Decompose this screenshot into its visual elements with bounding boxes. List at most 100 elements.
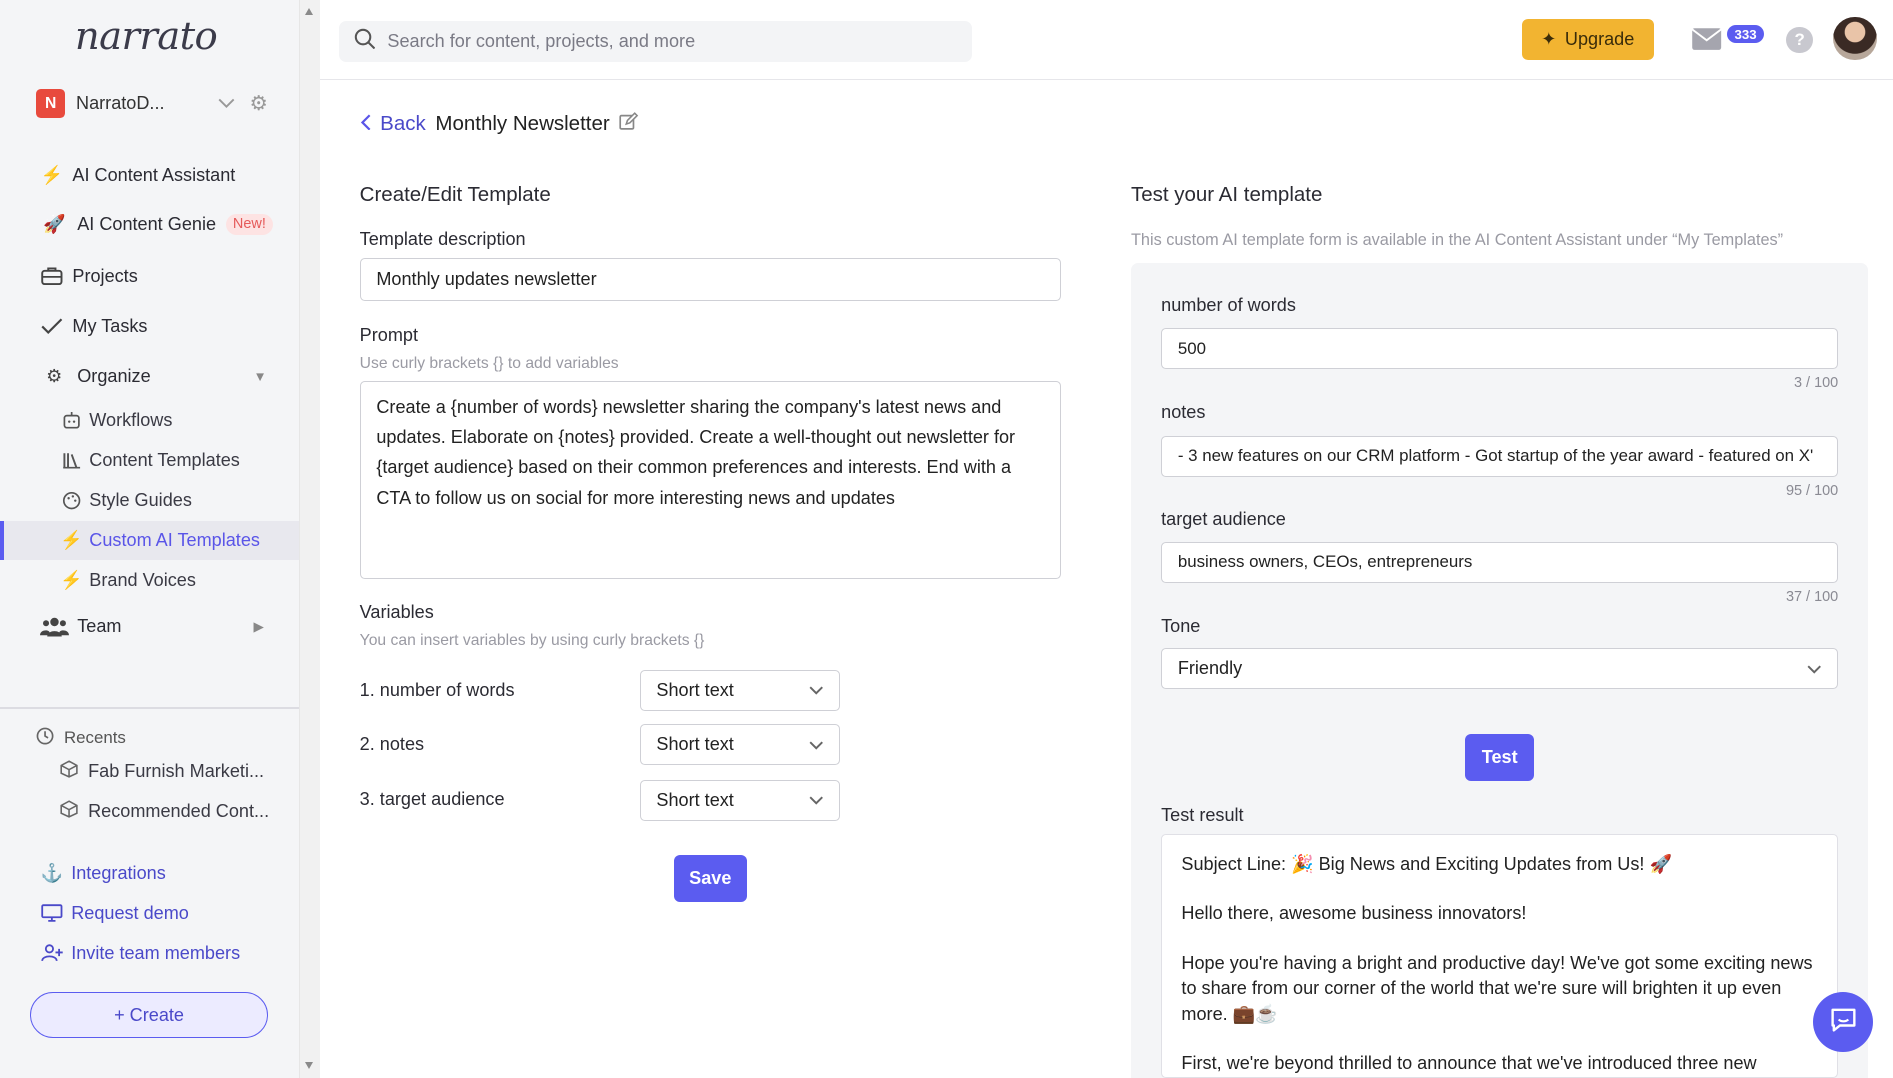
variable-name: 1. number of words [359,679,515,700]
prompt-label: Prompt [359,324,418,345]
bolt-icon: ⚡ [59,569,83,590]
invite-members-link[interactable]: Invite team members [40,943,240,964]
recent-item[interactable]: Recommended Cont... [60,800,269,823]
sidebar-item-my-tasks[interactable]: My Tasks [39,316,148,337]
invite-members-label: Invite team members [71,942,241,963]
mail-icon[interactable] [1691,27,1722,56]
test-button[interactable]: Test [1465,733,1535,781]
create-button[interactable]: + Create [30,992,268,1038]
add-user-icon [40,944,64,962]
prompt-hint: Use curly brackets {} to add variables [359,354,619,372]
target-audience-input[interactable]: business owners, CEOs, entrepreneurs [1161,541,1839,583]
result-paragraph: Hello there, awesome business innovators… [1181,903,1527,924]
sidebar-item-workflows[interactable]: Workflows [60,410,172,431]
chevron-down-icon [809,734,823,755]
request-demo-link[interactable]: Request demo [40,903,189,924]
sidebar-item-custom-ai-templates[interactable]: ⚡ Custom AI Templates [60,530,260,551]
prompt-textarea[interactable]: Create a {number of words} newsletter sh… [359,381,1061,580]
variable-type-select[interactable]: Short text [639,669,841,711]
sidebar-item-brand-voices[interactable]: ⚡ Brand Voices [60,570,196,591]
result-label: Test result [1161,805,1244,826]
char-counter: 95 / 100 [1785,482,1839,499]
sidebar-item-team[interactable]: Team [39,616,121,638]
check-icon [39,318,66,335]
workspace-switcher[interactable]: N NarratoD... ⚙ [36,89,268,119]
recent-item-label: Fab Furnish Marketi... [88,761,265,782]
gear-icon[interactable]: ⚙ [250,91,268,116]
recents-heading: Recents [36,727,126,750]
char-counter: 3 / 100 [1793,375,1839,392]
sidebar-item-organize[interactable]: ⚙ Organize [39,365,151,387]
topbar: ✦ Upgrade 333 ? [319,0,1893,80]
sidebar-item-label: AI Content Assistant [72,165,236,186]
chevron-down-icon[interactable] [218,94,235,114]
search-input[interactable] [387,30,943,52]
rocket-icon: 🚀 [43,213,66,234]
field-label: notes [1161,401,1206,422]
narrato-logo[interactable]: narrato [75,14,218,59]
sidebar-item-projects[interactable]: Projects [39,266,138,287]
tone-select[interactable]: Friendly [1161,648,1839,690]
save-button[interactable]: Save [673,854,748,902]
chat-icon [1829,1005,1858,1039]
new-badge: New! [225,213,274,235]
integrations-label: Integrations [71,863,166,883]
scroll-down-icon[interactable] [305,1062,314,1070]
robot-icon [60,412,82,429]
help-icon[interactable]: ? [1786,26,1813,54]
char-counter: 37 / 100 [1785,589,1839,606]
integrations-link[interactable]: ⚓ Integrations [40,863,166,884]
workspace-badge: N [36,89,66,119]
caret-right-icon[interactable]: ▶ [253,619,263,635]
tester-subtitle: This custom AI template form is availabl… [1130,230,1784,249]
sidebar-item-ai-content-genie[interactable]: 🚀 AI Content Genie New! [39,214,274,235]
cube-icon [60,760,79,783]
test-result-output[interactable]: Subject Line: 🎉 Big News and Exciting Up… [1161,834,1839,1078]
variable-type-select[interactable]: Short text [639,724,841,766]
caret-down-icon[interactable]: ▼ [253,369,266,384]
description-input[interactable]: Monthly updates newsletter [359,258,1061,301]
editor-heading: Create/Edit Template [359,183,551,207]
sidebar-item-label: Organize [77,365,151,386]
upgrade-button[interactable]: ✦ Upgrade [1522,19,1654,61]
edit-icon[interactable] [619,112,639,136]
workspace-name: NarratoD... [76,93,165,114]
field-label: number of words [1161,294,1296,315]
sidebar-item-label: AI Content Genie [77,213,217,234]
sidebar-content: narrato N NarratoD... ⚙ ⚡ AI Content Ass… [0,0,300,1078]
request-demo-label: Request demo [71,902,189,923]
search-icon [354,28,376,55]
recent-item[interactable]: Fab Furnish Marketi... [60,760,264,783]
recent-item-label: Recommended Cont... [88,801,270,822]
sparkle-icon: ✦ [1541,29,1557,50]
sidebar-item-style-guides[interactable]: Style Guides [60,490,192,511]
notes-input[interactable]: - 3 new features on our CRM platform - G… [1161,435,1839,477]
chevron-down-icon [809,680,823,701]
sidebar-item-label: Workflows [89,410,173,431]
tone-label: Tone [1161,615,1201,636]
books-icon [60,452,82,469]
sidebar-item-label: Style Guides [89,490,192,511]
description-label: Template description [359,229,526,250]
sidebar: narrato N NarratoD... ⚙ ⚡ AI Content Ass… [0,0,320,1078]
field-label: target audience [1161,509,1286,530]
page-title: Monthly Newsletter [435,112,610,136]
sidebar-item-label: My Tasks [72,316,148,337]
sidebar-item-content-templates[interactable]: Content Templates [60,450,240,471]
sidebar-item-label: Brand Voices [89,569,196,590]
variable-type-select[interactable]: Short text [639,779,841,821]
search-bar[interactable] [339,20,972,62]
sidebar-item-ai-content-assistant[interactable]: ⚡ AI Content Assistant [39,165,236,186]
chevron-left-icon[interactable] [360,112,371,136]
page-header: Back Monthly Newsletter [360,112,639,136]
upgrade-label: Upgrade [1564,29,1635,50]
variable-type-value: Short text [656,734,734,755]
back-link[interactable]: Back [380,112,426,136]
number-of-words-input[interactable]: 500 [1161,328,1839,370]
sidebar-divider [0,707,300,709]
scroll-up-icon[interactable] [305,8,314,16]
avatar[interactable] [1833,16,1877,61]
sidebar-scrollbar[interactable] [299,0,320,1078]
chevron-down-icon [809,790,823,811]
result-paragraph: Subject Line: 🎉 Big News and Exciting Up… [1181,853,1672,874]
